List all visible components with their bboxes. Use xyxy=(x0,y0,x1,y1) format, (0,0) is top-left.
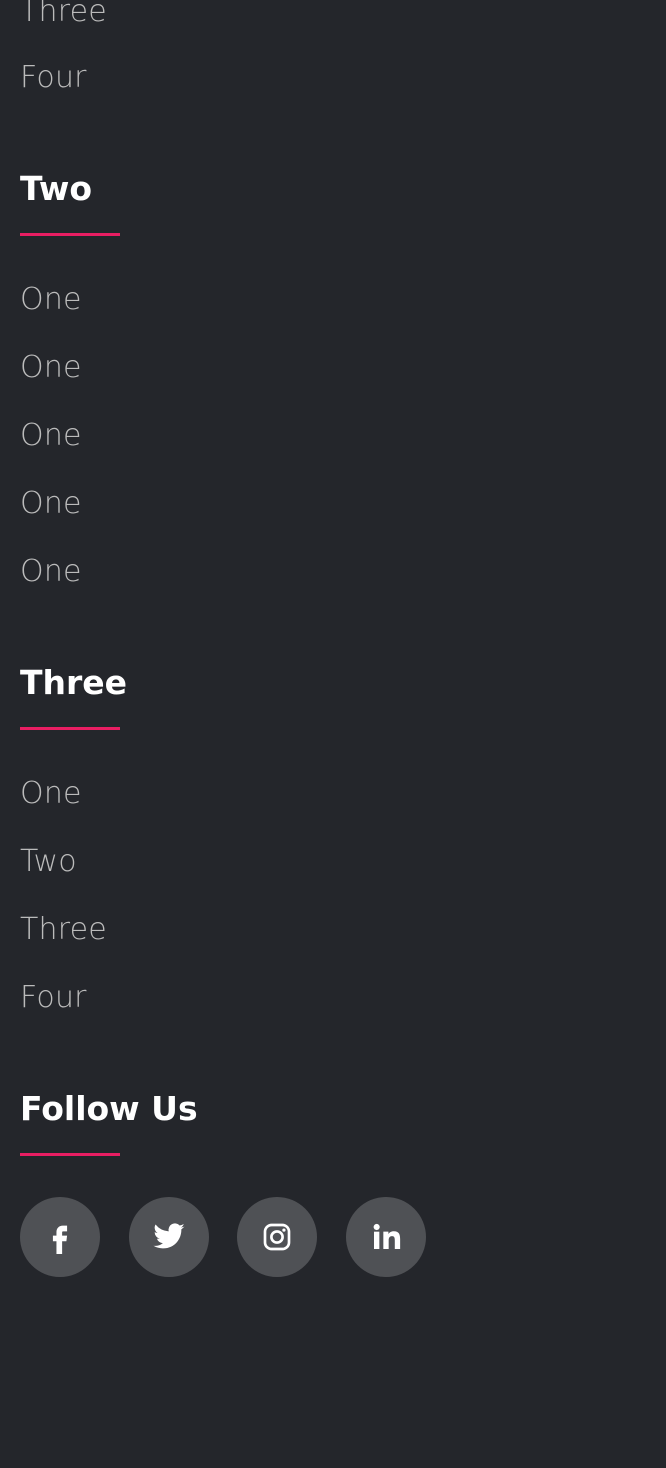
section-heading-three: Three xyxy=(20,663,128,702)
twitter-icon xyxy=(153,1223,185,1249)
linkedin-button[interactable] xyxy=(346,1197,426,1277)
instagram-icon xyxy=(263,1223,291,1251)
linkedin-icon xyxy=(373,1223,401,1249)
link-three[interactable]: Three xyxy=(20,0,107,32)
link-one[interactable]: One xyxy=(20,416,82,456)
instagram-button[interactable] xyxy=(237,1197,317,1277)
link-four[interactable]: Four xyxy=(20,978,87,1018)
twitter-button[interactable] xyxy=(129,1197,209,1277)
link-one[interactable]: One xyxy=(20,348,82,388)
facebook-icon xyxy=(52,1225,68,1254)
section-heading-follow-us: Follow Us xyxy=(20,1089,198,1128)
heading-underline xyxy=(20,1153,120,1156)
link-three[interactable]: Three xyxy=(20,910,107,950)
link-two[interactable]: Two xyxy=(20,842,77,882)
section-heading-two: Two xyxy=(20,169,93,208)
link-one[interactable]: One xyxy=(20,280,82,320)
heading-underline xyxy=(20,727,120,730)
link-four[interactable]: Four xyxy=(20,58,87,98)
footer: Three Four Two One One One One One Three… xyxy=(0,0,666,1468)
link-one[interactable]: One xyxy=(20,484,82,524)
link-one[interactable]: One xyxy=(20,774,82,814)
facebook-button[interactable] xyxy=(20,1197,100,1277)
heading-underline xyxy=(20,233,120,236)
link-one[interactable]: One xyxy=(20,552,82,592)
